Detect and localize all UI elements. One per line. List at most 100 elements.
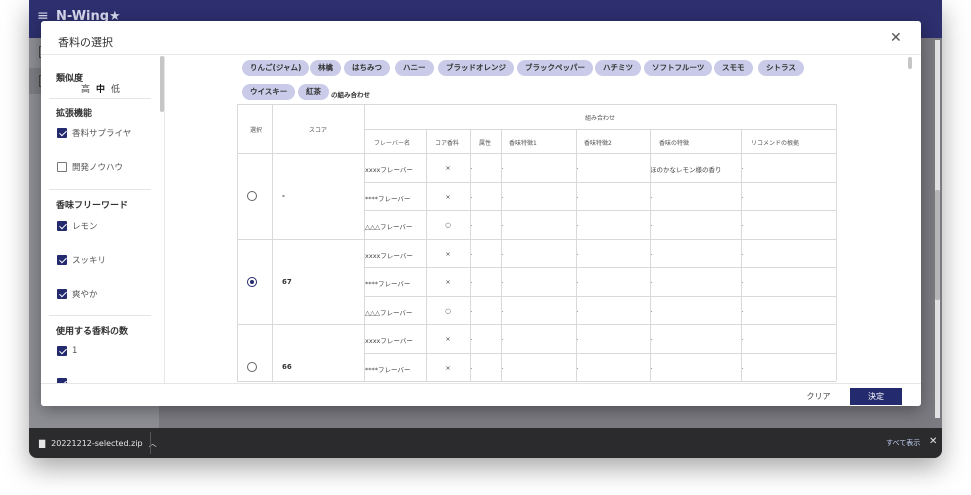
keyword-chip: ブラックペッパー — [517, 60, 593, 76]
checkbox-checked[interactable] — [57, 255, 67, 265]
grid-line — [576, 129, 577, 153]
header-score: スコア — [309, 127, 328, 134]
checkbox-supplier[interactable]: 香料サプライヤ — [57, 127, 131, 139]
checkbox-label: 爽やか — [72, 290, 98, 300]
similarity-low[interactable]: 低 — [111, 82, 120, 95]
keyword-chip: ウイスキー — [242, 84, 296, 100]
checkbox-knowhow[interactable]: 開発ノウハウ — [57, 161, 123, 173]
grid-line — [364, 324, 365, 381]
header-attribute: 属性 — [479, 140, 492, 147]
grid-line — [470, 129, 471, 153]
header-reason: リコメンドの根拠 — [751, 140, 800, 147]
keyword-chip: ハニー — [395, 60, 434, 76]
close-icon[interactable]: ✕ — [890, 30, 902, 46]
grid-line — [650, 153, 651, 239]
checkbox-label: 1 — [72, 346, 78, 356]
grid-line — [364, 181, 836, 183]
cell-flavor-name: ****フレーバー — [365, 280, 411, 288]
keyword-chip: りんご(ジャム) — [242, 60, 310, 76]
keyword-chip: ブラッドオレンジ — [438, 60, 514, 76]
page-scrollbar[interactable] — [935, 40, 940, 418]
grid-line — [576, 153, 577, 239]
similarity-high[interactable]: 高 — [81, 82, 90, 95]
dialog-footer: クリア 決定 — [41, 383, 921, 406]
grid-line — [741, 153, 742, 239]
grid-line — [426, 129, 427, 153]
keywords-title: 香味フリーワード — [56, 201, 129, 211]
filter-scrollbar[interactable] — [160, 56, 164, 112]
grid-line — [364, 238, 365, 324]
checkbox-sukkiri[interactable]: スッキリ — [57, 254, 106, 266]
checkbox-checked[interactable] — [57, 221, 67, 231]
header-core: コア香料 — [435, 140, 460, 147]
grid-line — [836, 104, 837, 153]
grid-line — [237, 104, 836, 105]
checkbox-checked[interactable] — [57, 289, 67, 299]
cell-flavor-name: △△△フレーバー — [365, 223, 413, 231]
score-value: 66 — [282, 363, 292, 371]
header-combination: 組み合わせ — [585, 115, 616, 122]
keyword-chip: ハチミツ — [595, 60, 641, 76]
checkbox-checked[interactable] — [57, 128, 67, 138]
confirm-button[interactable]: 決定 — [850, 388, 902, 405]
checkbox-checked[interactable] — [57, 346, 67, 356]
select-radio[interactable] — [247, 362, 257, 372]
cell-flavor-name: xxxxフレーバー — [365, 251, 413, 260]
select-radio[interactable] — [247, 191, 257, 201]
results-scrollbar[interactable] — [908, 57, 912, 69]
select-radio[interactable] — [247, 276, 257, 287]
similarity-mid[interactable]: 中 — [96, 82, 105, 95]
checkbox-sawayaka[interactable]: 爽やか — [57, 288, 98, 300]
checkbox-count-1[interactable]: 1 — [57, 346, 77, 356]
cell-core: × — [445, 335, 451, 343]
cell-flavor-name: ****フレーバー — [365, 194, 411, 203]
keyword-chip: スモモ — [714, 60, 753, 76]
grid-line — [364, 210, 836, 211]
checkbox-label: 香料サプライヤ — [72, 129, 132, 139]
combination-table: 選択 スコア 組み合わせ フレーバー名 コア香料 属性 香味特徴1 香味特徴2 香味の特徴 リコメ… — [237, 104, 837, 383]
grid-line — [836, 324, 837, 381]
grid-line — [576, 238, 577, 324]
keyword-chip: ソフトフルーツ — [644, 60, 713, 76]
score-value: 67 — [282, 277, 292, 286]
grid-line — [364, 295, 836, 297]
checkbox-lemon[interactable]: レモン — [57, 220, 98, 232]
keyword-chip: シトラス — [758, 60, 804, 76]
header-select: 選択 — [250, 127, 263, 134]
grid-line — [364, 352, 836, 354]
show-all-link[interactable]: すべて表示 — [886, 438, 920, 448]
download-filename: 20221212-selected.zip — [51, 439, 143, 448]
checkbox-label: 開発ノウハウ — [72, 163, 124, 173]
cell-core: ○ — [445, 221, 451, 229]
similarity-levels: 高 中 低 — [81, 82, 120, 95]
grid-line — [741, 129, 742, 153]
header-feature-2: 香味特徴2 — [584, 140, 612, 147]
keyword-chip: 林檎 — [310, 60, 341, 76]
results-panel: りんご(ジャム) 林檎 はちみつ ハニー ブラッドオレンジ ブラックペッパー ハチミツ ソフト… — [166, 56, 921, 383]
clear-button[interactable]: クリア — [796, 390, 841, 404]
grid-line — [364, 153, 365, 239]
scrollbar-thumb[interactable] — [935, 190, 940, 300]
grid-line — [364, 267, 836, 268]
download-item[interactable]: ▇ 20221212-selected.zip ︿ — [39, 438, 157, 449]
cell-flavor-name: △△△フレーバー — [365, 308, 413, 317]
checkbox-label: レモン — [72, 222, 98, 232]
divider — [49, 189, 151, 190]
similarity-title: 類似度 — [56, 74, 84, 84]
flavor-selection-dialog: 香料の選択 ✕ 類似度 高 中 低 拡張機能 香料サプライヤ 開発ノウハウ 香味… — [41, 21, 921, 406]
grid-line — [272, 153, 273, 239]
grid-line — [426, 324, 427, 381]
grid-line — [426, 153, 427, 239]
cell-core: × — [445, 249, 451, 258]
close-icon[interactable]: ✕ — [929, 436, 937, 447]
grid-line — [237, 381, 836, 382]
grid-line — [836, 153, 837, 239]
grid-line — [237, 238, 836, 240]
cell-core: × — [445, 164, 451, 172]
filter-panel: 類似度 高 中 低 拡張機能 香料サプライヤ 開発ノウハウ 香味フリーワード レ… — [41, 56, 165, 383]
grid-line — [741, 324, 742, 381]
grid-line — [272, 104, 273, 153]
grid-line — [272, 324, 273, 381]
checkbox-label: スッキリ — [72, 256, 107, 266]
checkbox-unchecked[interactable] — [57, 162, 67, 172]
